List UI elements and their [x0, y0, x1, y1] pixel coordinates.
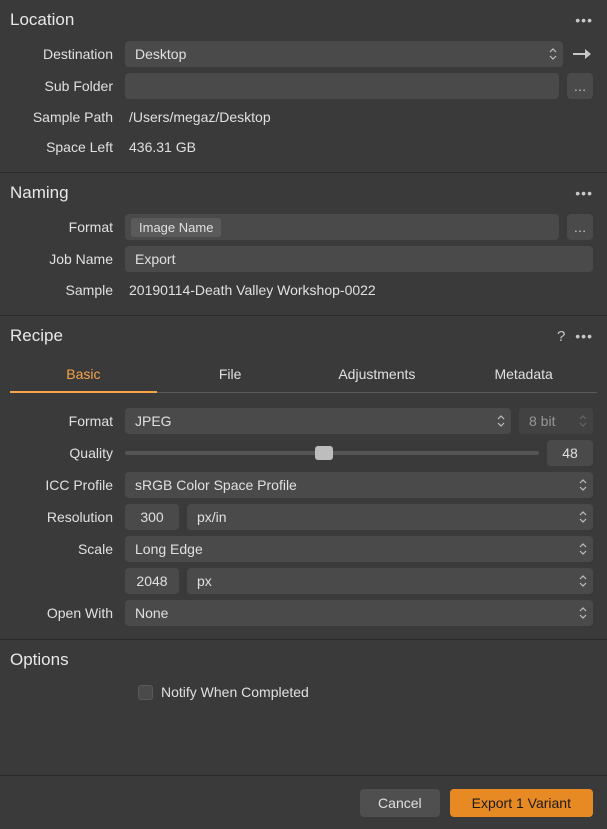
resolution-value: 300: [140, 509, 163, 525]
location-section: Location ••• Destination Desktop Sub Fol…: [0, 0, 607, 173]
recipe-tabs: Basic File Adjustments Metadata: [10, 358, 597, 393]
slider-thumb[interactable]: [315, 446, 333, 460]
recipe-format-dropdown[interactable]: JPEG: [125, 408, 511, 434]
destination-label: Destination: [0, 46, 125, 62]
options-section: Options Notify When Completed: [0, 640, 607, 716]
samplepath-label: Sample Path: [0, 109, 125, 125]
scale-unit-value: px: [197, 573, 212, 589]
quality-value-box[interactable]: 48: [547, 440, 593, 466]
cancel-button[interactable]: Cancel: [360, 789, 440, 817]
chevron-updown-icon: [579, 543, 587, 555]
resolution-input[interactable]: 300: [125, 504, 179, 530]
quality-slider[interactable]: [125, 451, 539, 455]
tab-metadata[interactable]: Metadata: [450, 358, 597, 392]
chevron-updown-icon: [579, 415, 587, 427]
recipe-title: Recipe: [10, 326, 63, 346]
location-header: Location •••: [0, 0, 607, 38]
naming-header: Naming •••: [0, 173, 607, 211]
subfolder-input[interactable]: [125, 73, 559, 99]
resolution-unit-value: px/in: [197, 509, 227, 525]
scale-value: 2048: [136, 573, 167, 589]
naming-format-token: Image Name: [131, 218, 221, 237]
spaceleft-label: Space Left: [0, 139, 125, 155]
notify-checkbox[interactable]: [138, 685, 153, 700]
recipe-header: Recipe ? •••: [0, 316, 607, 354]
naming-section: Naming ••• Format Image Name … Job Name …: [0, 173, 607, 316]
naming-sample-value: 20190114-Death Valley Workshop-0022: [125, 282, 376, 298]
bitdepth-dropdown: 8 bit: [519, 408, 593, 434]
naming-format-label: Format: [0, 219, 125, 235]
tab-basic[interactable]: Basic: [10, 358, 157, 392]
jobname-value: Export: [135, 251, 175, 267]
icc-dropdown[interactable]: sRGB Color Space Profile: [125, 472, 593, 498]
location-menu-icon[interactable]: •••: [575, 12, 593, 28]
scale-unit-dropdown[interactable]: px: [187, 568, 593, 594]
resolution-unit-dropdown[interactable]: px/in: [187, 504, 593, 530]
scale-mode-value: Long Edge: [135, 541, 203, 557]
chevron-updown-icon: [579, 511, 587, 523]
destination-dropdown[interactable]: Desktop: [125, 41, 563, 67]
scale-label: Scale: [0, 541, 125, 557]
icc-label: ICC Profile: [0, 477, 125, 493]
tab-adjustments[interactable]: Adjustments: [304, 358, 451, 392]
recipe-format-label: Format: [0, 413, 125, 429]
quality-value: 48: [562, 445, 578, 461]
openwith-label: Open With: [0, 605, 125, 621]
chevron-updown-icon: [497, 415, 505, 427]
bitdepth-value: 8 bit: [529, 413, 555, 429]
recipe-format-value: JPEG: [135, 413, 172, 429]
openwith-dropdown[interactable]: None: [125, 600, 593, 626]
options-title: Options: [10, 650, 69, 670]
subfolder-label: Sub Folder: [0, 78, 125, 94]
recipe-section: Recipe ? ••• Basic File Adjustments Meta…: [0, 316, 607, 640]
scale-value-input[interactable]: 2048: [125, 568, 179, 594]
footer: Cancel Export 1 Variant: [0, 775, 607, 829]
naming-format-input[interactable]: Image Name: [125, 214, 559, 240]
subfolder-more-button[interactable]: …: [567, 73, 593, 99]
naming-format-more-button[interactable]: …: [567, 214, 593, 240]
spaceleft-value: 436.31 GB: [125, 139, 196, 155]
export-button[interactable]: Export 1 Variant: [450, 789, 593, 817]
help-icon[interactable]: ?: [557, 328, 565, 345]
samplepath-value: /Users/megaz/Desktop: [125, 109, 271, 125]
tab-file[interactable]: File: [157, 358, 304, 392]
icc-value: sRGB Color Space Profile: [135, 477, 297, 493]
quality-label: Quality: [0, 445, 125, 461]
options-header: Options: [0, 640, 607, 678]
scale-mode-dropdown[interactable]: Long Edge: [125, 536, 593, 562]
chevron-updown-icon: [579, 479, 587, 491]
recipe-menu-icon[interactable]: •••: [575, 328, 593, 344]
location-title: Location: [10, 10, 74, 30]
chevron-updown-icon: [579, 607, 587, 619]
chevron-updown-icon: [549, 48, 557, 60]
openwith-value: None: [135, 605, 168, 621]
jobname-input[interactable]: Export: [125, 246, 593, 272]
jobname-label: Job Name: [0, 251, 125, 267]
resolution-label: Resolution: [0, 509, 125, 525]
destination-value: Desktop: [135, 46, 186, 62]
naming-menu-icon[interactable]: •••: [575, 185, 593, 201]
notify-label: Notify When Completed: [161, 684, 309, 700]
goto-destination-button[interactable]: [571, 43, 593, 65]
naming-title: Naming: [10, 183, 69, 203]
chevron-updown-icon: [579, 575, 587, 587]
naming-sample-label: Sample: [0, 282, 125, 298]
